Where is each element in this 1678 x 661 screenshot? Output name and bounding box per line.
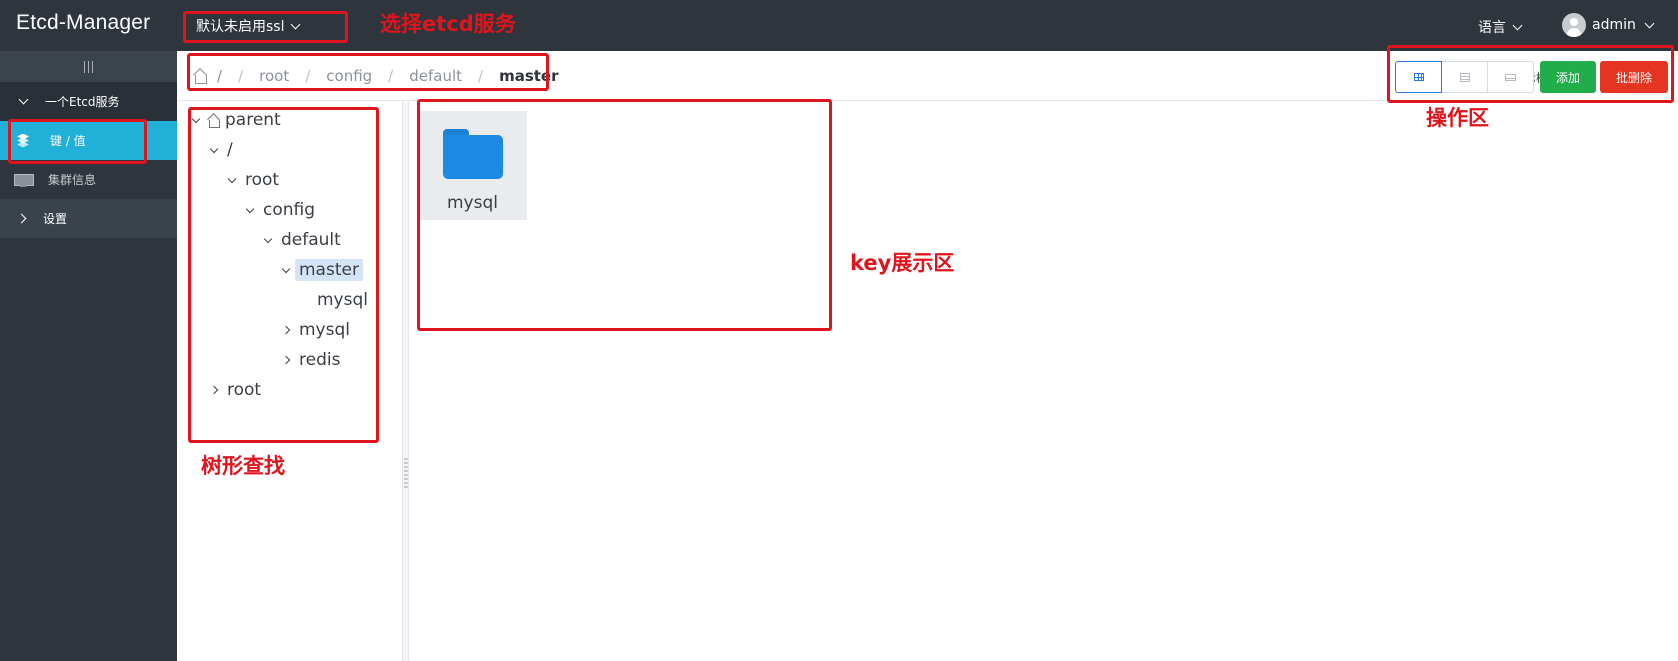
chevron-down-icon xyxy=(1512,20,1523,30)
sidebar-group-etcd-service[interactable]: 一个Etcd服务 xyxy=(0,82,177,121)
breadcrumb: / / root / config / default / master xyxy=(193,67,559,85)
view-card-button[interactable] xyxy=(1487,61,1534,93)
key-display-area: mysql xyxy=(410,102,1678,661)
chevron-right-icon xyxy=(281,355,291,365)
view-grid-button[interactable] xyxy=(1395,61,1442,93)
sidebar-item-label: 设置 xyxy=(43,212,68,226)
app-title: Etcd-Manager xyxy=(16,11,151,34)
tree-node-root-2[interactable]: root xyxy=(209,377,262,403)
etcd-manager-app: Etcd-Manager 默认未启用ssl 语言 admin 一个Etcd服务 xyxy=(0,0,1678,661)
user-name: admin xyxy=(1592,17,1636,33)
top-navbar: Etcd-Manager 默认未启用ssl 语言 admin xyxy=(0,0,1678,51)
sidebar: 一个Etcd服务 键 / 值 集群信息 设置 xyxy=(0,51,177,661)
breadcrumb-current: master xyxy=(499,67,559,85)
annotation-operation-area: 操作区 xyxy=(1426,106,1489,130)
tree-node-mysql-leaf[interactable]: mysql xyxy=(317,287,368,313)
chevron-down-icon xyxy=(245,204,255,213)
service-select-label: 默认未启用ssl xyxy=(196,19,285,35)
breadcrumb-item-config[interactable]: config xyxy=(326,67,372,85)
layers-icon xyxy=(16,133,30,148)
tree-node-mysql[interactable]: mysql xyxy=(281,317,350,343)
view-list-button[interactable] xyxy=(1441,61,1488,93)
breadcrumb-separator: / xyxy=(388,67,394,85)
monitor-icon xyxy=(14,173,34,187)
list-icon xyxy=(1459,72,1470,82)
folder-item[interactable]: mysql xyxy=(418,111,527,220)
tree-node-label: root xyxy=(245,170,280,190)
service-select-dropdown[interactable]: 默认未启用ssl xyxy=(196,16,301,36)
tree-node-default[interactable]: default xyxy=(263,227,341,253)
tree-node-redis[interactable]: redis xyxy=(281,347,341,373)
chevron-down-icon xyxy=(291,19,301,29)
annotation-tree-search: 树形查找 xyxy=(201,454,285,478)
menu-bars-icon xyxy=(83,60,95,73)
tree-node-label: mysql xyxy=(299,320,350,340)
language-dropdown[interactable]: 语言 xyxy=(1478,17,1523,37)
view-mode-group xyxy=(1395,61,1534,93)
chevron-down-icon xyxy=(263,234,273,243)
chevron-down-icon xyxy=(191,114,201,123)
card-icon xyxy=(1505,73,1516,81)
tree-node-label-selected: master xyxy=(295,259,363,281)
breadcrumb-item-root[interactable]: root xyxy=(259,67,289,85)
breadcrumb-separator: / xyxy=(478,67,484,85)
breadcrumb-separator: / xyxy=(305,67,311,85)
tree-node-label: root xyxy=(227,380,262,400)
grid-icon xyxy=(1413,73,1424,81)
sidebar-item-cluster-info[interactable]: 集群信息 xyxy=(0,160,177,199)
sidebar-collapse-toggle[interactable] xyxy=(0,51,177,82)
tree-node-label: / xyxy=(227,140,233,160)
add-button[interactable]: 添加 xyxy=(1540,61,1596,93)
tree-panel: parent / root config default master mysq… xyxy=(177,102,403,661)
tree-node-master[interactable]: master xyxy=(281,257,363,283)
sidebar-item-label: 集群信息 xyxy=(48,173,97,187)
chevron-right-icon xyxy=(16,213,27,224)
home-icon xyxy=(207,114,220,128)
user-menu[interactable]: admin xyxy=(1562,13,1655,37)
sidebar-item-settings[interactable]: 设置 xyxy=(0,199,177,238)
chevron-down-icon xyxy=(209,144,219,153)
tree-node-config[interactable]: config xyxy=(245,197,316,223)
sidebar-item-key-value[interactable]: 键 / 值 xyxy=(0,121,177,160)
annotation-select-service: 选择etcd服务 xyxy=(380,12,516,36)
language-label: 语言 xyxy=(1478,20,1506,36)
batch-delete-button[interactable]: 批删除 xyxy=(1600,61,1668,93)
avatar xyxy=(1562,13,1586,37)
annotation-key-display-area: key展示区 xyxy=(850,251,955,275)
sidebar-item-label: 键 / 值 xyxy=(50,134,86,148)
tree-node-label: redis xyxy=(299,350,341,370)
sidebar-group-label: 一个Etcd服务 xyxy=(45,95,120,109)
home-icon[interactable] xyxy=(193,69,207,84)
folder-label: mysql xyxy=(447,193,498,213)
tree-node-root[interactable]: root xyxy=(227,167,280,193)
drag-handle-icon xyxy=(404,458,408,488)
panel-splitter[interactable] xyxy=(403,102,409,661)
folder-icon xyxy=(442,129,503,179)
tree-node-parent[interactable]: parent xyxy=(191,107,281,133)
chevron-down-icon xyxy=(281,264,291,273)
tree-node-label: config xyxy=(263,200,316,220)
tree-node-label: parent xyxy=(225,110,281,130)
breadcrumb-item-default[interactable]: default xyxy=(409,67,462,85)
chevron-down-icon xyxy=(227,174,237,183)
chevron-right-icon xyxy=(281,325,291,335)
breadcrumb-item-root-slash[interactable]: / xyxy=(217,67,222,85)
tree-node-slash[interactable]: / xyxy=(209,137,233,163)
tree-node-label: mysql xyxy=(317,290,368,310)
breadcrumb-separator: / xyxy=(238,67,244,85)
chevron-right-icon xyxy=(209,385,219,395)
chevron-down-icon xyxy=(1644,18,1655,28)
tree-node-label: default xyxy=(281,230,341,250)
chevron-down-icon xyxy=(18,94,29,105)
